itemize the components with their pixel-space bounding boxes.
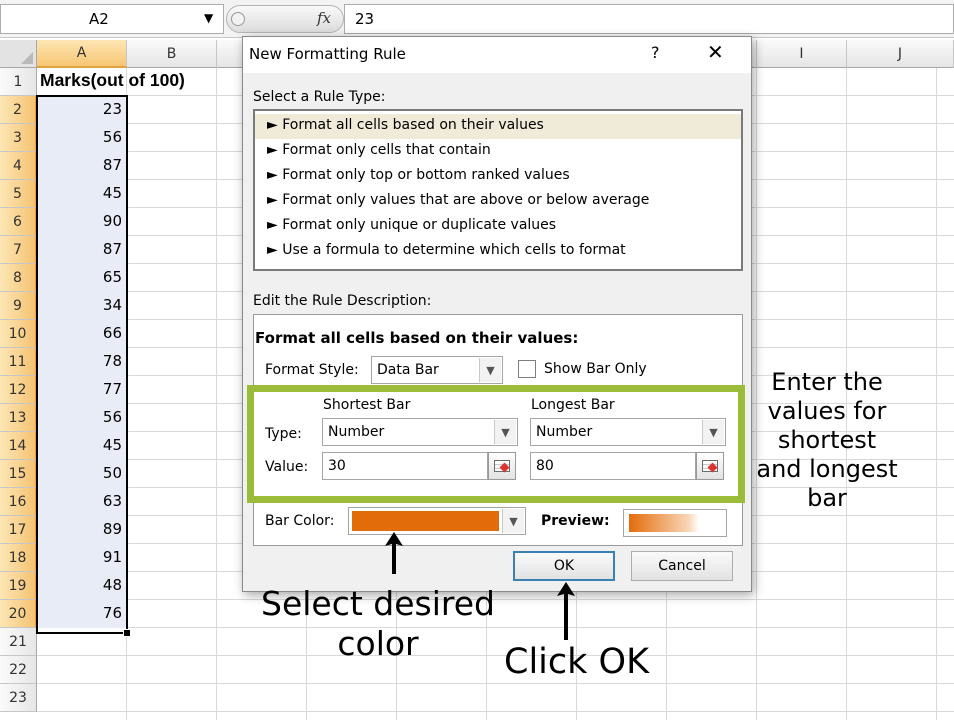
column-header-j[interactable]: J — [847, 40, 954, 68]
selection-range-outline — [36, 95, 131, 637]
row-header[interactable]: 21 — [0, 628, 37, 656]
ok-button[interactable]: OK — [513, 551, 615, 581]
bar-color-swatch — [352, 511, 499, 531]
row-header[interactable]: 13 — [0, 404, 37, 432]
row-header[interactable]: 9 — [0, 292, 37, 320]
row-header[interactable]: 5 — [0, 180, 37, 208]
column-header-b[interactable]: B — [127, 40, 217, 68]
row-header[interactable]: 1 — [0, 68, 37, 96]
row-header[interactable]: 23 — [0, 684, 37, 712]
formula-value: 23 — [355, 10, 375, 28]
values-hint-annotation: Enter the values for shortest and longes… — [752, 368, 902, 513]
bar-color-picker[interactable]: ▼ — [348, 507, 526, 535]
row-header[interactable]: 7 — [0, 236, 37, 264]
preview-label: Preview: — [541, 513, 610, 529]
row-header[interactable]: 4 — [0, 152, 37, 180]
format-style-select[interactable]: Data Bar ▼ — [371, 356, 503, 384]
select-rule-type-label: Select a Rule Type: — [253, 89, 386, 105]
annotation-line: bar — [807, 484, 847, 512]
format-style-value: Data Bar — [377, 362, 439, 378]
preview-data-bar — [629, 514, 699, 532]
annotation-line: shortest — [777, 426, 877, 454]
show-bar-only-label: Show Bar Only — [544, 361, 647, 377]
row-header[interactable]: 2 — [0, 96, 37, 124]
row-header[interactable]: 14 — [0, 432, 37, 460]
row-header[interactable]: 22 — [0, 656, 37, 684]
name-box[interactable]: A2 ▼ — [0, 4, 224, 34]
dialog-title-bar[interactable]: New Formatting Rule ? ✕ — [243, 37, 751, 73]
annotation-line: values for — [767, 397, 887, 425]
expand-handle-icon[interactable] — [231, 12, 245, 26]
dialog-title: New Formatting Rule — [249, 45, 406, 63]
ok-hint-annotation: Click OK — [504, 642, 650, 682]
row-header[interactable]: 16 — [0, 488, 37, 516]
column-header-i[interactable]: I — [757, 40, 847, 68]
chevron-down-icon[interactable]: ▼ — [479, 358, 501, 382]
chevron-down-icon[interactable]: ▼ — [204, 11, 213, 25]
row-header[interactable]: 12 — [0, 376, 37, 404]
close-icon[interactable]: ✕ — [707, 40, 724, 64]
edit-description-label: Edit the Rule Description: — [253, 293, 432, 309]
select-all-corner[interactable] — [0, 40, 37, 68]
chevron-down-icon[interactable]: ▼ — [502, 509, 524, 533]
row-header[interactable]: 20 — [0, 600, 37, 628]
highlight-frame — [247, 385, 745, 503]
row-header[interactable]: 15 — [0, 460, 37, 488]
format-style-label: Format Style: — [265, 362, 359, 378]
row-header[interactable]: 8 — [0, 264, 37, 292]
column-header-a[interactable]: A — [37, 40, 127, 68]
row-header[interactable]: 11 — [0, 348, 37, 376]
row-header[interactable]: 18 — [0, 544, 37, 572]
color-hint-annotation: Select desired color — [258, 584, 498, 664]
help-button[interactable]: ? — [651, 43, 660, 62]
row-header[interactable]: 19 — [0, 572, 37, 600]
row-header[interactable]: 3 — [0, 124, 37, 152]
arrow-up-icon — [385, 532, 403, 574]
rule-type-item[interactable]: ► Format only cells that contain — [255, 139, 741, 164]
cell-a1-header[interactable]: Marks(out of 100) — [40, 70, 185, 91]
show-bar-only-checkbox[interactable] — [518, 360, 536, 378]
arrow-up-icon — [557, 582, 575, 640]
rule-type-item[interactable]: ► Format only unique or duplicate values — [255, 214, 741, 239]
name-box-value: A2 — [89, 10, 109, 28]
row-header[interactable]: 17 — [0, 516, 37, 544]
cancel-button[interactable]: Cancel — [631, 551, 733, 581]
bar-color-label: Bar Color: — [265, 513, 335, 529]
rule-type-item[interactable]: ► Format only top or bottom ranked value… — [255, 164, 741, 189]
annotation-line: Enter the — [771, 368, 883, 396]
annotation-line: Select desired — [261, 584, 495, 623]
rule-type-item[interactable]: ► Format all cells based on their values — [255, 114, 741, 139]
new-formatting-rule-dialog: New Formatting Rule ? ✕ Select a Rule Ty… — [242, 36, 752, 592]
formula-input[interactable]: 23 — [344, 4, 954, 34]
rule-type-item[interactable]: ► Format only values that are above or b… — [255, 189, 741, 214]
insert-function-icon[interactable]: fx — [317, 9, 331, 27]
row-header[interactable]: 6 — [0, 208, 37, 236]
preview-box — [623, 509, 727, 537]
formula-bar: A2 ▼ fx 23 — [0, 0, 954, 38]
rule-type-list[interactable]: ► Format all cells based on their values… — [253, 109, 743, 271]
annotation-line: color — [337, 624, 419, 663]
description-title: Format all cells based on their values: — [255, 329, 579, 347]
formula-bar-controls: fx — [226, 5, 344, 33]
annotation-line: and longest — [756, 455, 898, 483]
row-header[interactable]: 10 — [0, 320, 37, 348]
rule-type-item[interactable]: ► Use a formula to determine which cells… — [255, 239, 741, 264]
